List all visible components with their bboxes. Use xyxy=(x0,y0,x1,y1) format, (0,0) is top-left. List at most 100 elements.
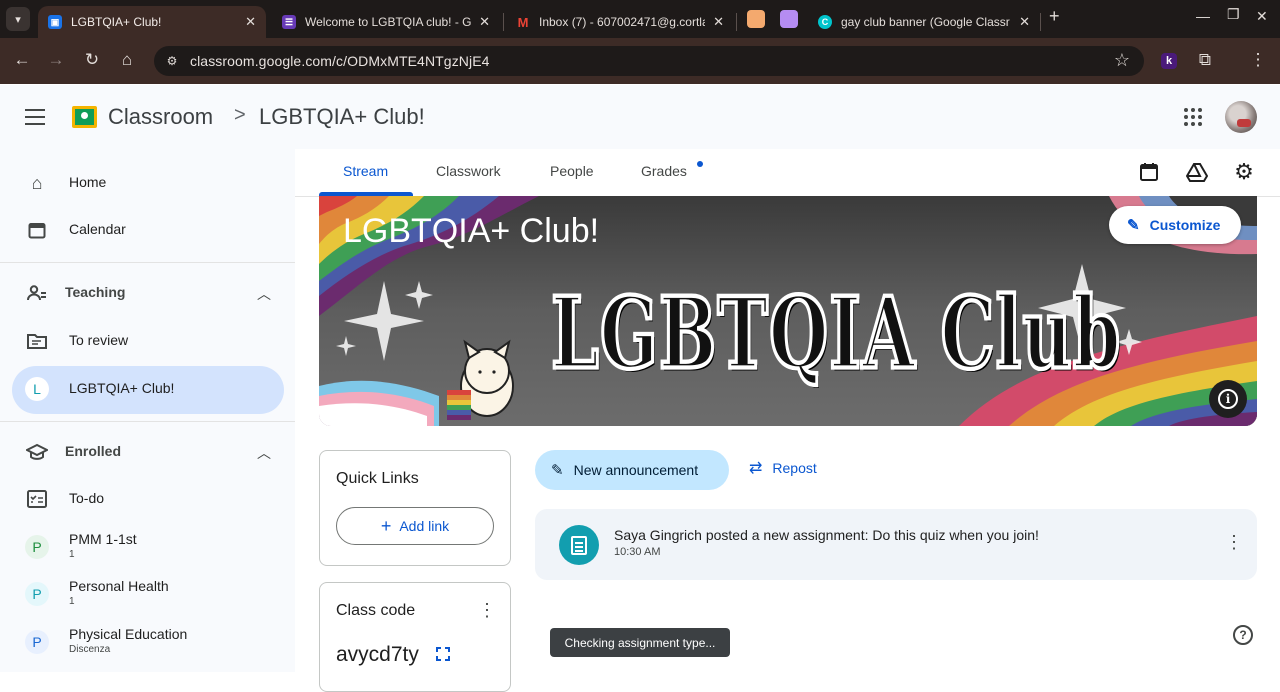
browser-tab-canva[interactable]: C gay club banner (Google Classr ✕ xyxy=(808,6,1040,38)
repost-icon: ⇄ xyxy=(749,460,763,477)
pinned-tab-purple[interactable] xyxy=(780,10,798,28)
close-tab-icon[interactable]: ✕ xyxy=(1019,14,1030,30)
class-letter-avatar: P xyxy=(25,630,49,654)
pencil-icon: ✎ xyxy=(1127,217,1140,234)
pinned-tab-orange[interactable] xyxy=(747,10,765,28)
bookmark-star-icon[interactable]: ☆ xyxy=(1114,50,1130,71)
stream-post[interactable]: Saya Gingrich posted a new assignment: D… xyxy=(535,509,1257,580)
browser-tab-classroom[interactable]: ▣ LGBTQIA+ Club! ✕ xyxy=(38,6,266,38)
restore-icon[interactable]: ❐ xyxy=(1227,6,1240,23)
tab-divider xyxy=(1040,13,1041,31)
calendar-icon xyxy=(26,219,48,241)
sidebar-item-home[interactable]: ⌂ Home xyxy=(12,160,284,208)
class-code-title: Class code xyxy=(336,602,416,619)
sidebar-item-class[interactable]: P Physical Education Discenza xyxy=(12,619,284,667)
classroom-icon: ▣ xyxy=(48,15,62,29)
minimize-icon[interactable]: — xyxy=(1196,8,1210,24)
class-letter-avatar: L xyxy=(25,377,49,401)
class-code-more-icon[interactable]: ⋮ xyxy=(478,601,496,619)
chevron-up-icon[interactable]: ︿ xyxy=(257,443,271,463)
add-link-button[interactable]: + Add link xyxy=(336,507,494,545)
forward-icon[interactable]: → xyxy=(46,50,66,70)
close-tab-icon[interactable]: ✕ xyxy=(245,14,256,30)
url-text[interactable]: classroom.google.com/c/ODMxMTE4NTgzNjE4 xyxy=(190,53,490,69)
address-bar[interactable]: ⚙ classroom.google.com/c/ODMxMTE4NTgzNjE… xyxy=(154,46,1144,76)
sidebar-item-class[interactable]: P PMM 1-1st 1 xyxy=(12,524,284,572)
tab-search-chevron-icon[interactable]: ▾ xyxy=(6,7,30,31)
close-tab-icon[interactable]: ✕ xyxy=(479,14,490,30)
folder-review-icon xyxy=(26,330,48,352)
browser-tab-strip: ▾ ▣ LGBTQIA+ Club! ✕ ☰ Welcome to LGBTQI… xyxy=(0,0,1280,38)
class-banner: LGBTQIA+ Club! LGBTQIA Club ✎ Customize … xyxy=(319,196,1257,426)
tab-classwork[interactable]: Classwork xyxy=(436,163,501,179)
todo-checklist-icon xyxy=(26,488,48,510)
display-fullscreen-icon[interactable] xyxy=(436,647,450,661)
class-tabs: Stream Classwork People Grades ⚙ xyxy=(295,149,1280,197)
site-settings-icon[interactable]: ⚙ xyxy=(162,51,182,71)
browser-tab-gmail[interactable]: M Inbox (7) - 607002471@g.cortla ✕ xyxy=(506,6,734,38)
grades-notification-dot xyxy=(697,161,703,167)
sidebar: ⌂ Home Calendar Teaching ︿ To review L L… xyxy=(0,149,295,672)
class-stream: Stream Classwork People Grades ⚙ LGBTQIA… xyxy=(295,149,1280,692)
classroom-logo[interactable] xyxy=(72,106,97,128)
quick-links-title: Quick Links xyxy=(336,470,419,487)
teaching-icon xyxy=(26,282,48,304)
browser-toolbar: ← → ↻ ⌂ ⚙ classroom.google.com/c/ODMxMTE… xyxy=(0,38,1280,84)
sidebar-section-enrolled[interactable]: Enrolled ︿ xyxy=(12,429,284,477)
home-icon[interactable]: ⌂ xyxy=(117,50,137,70)
back-icon[interactable]: ← xyxy=(12,50,32,70)
settings-gear-icon[interactable]: ⚙ xyxy=(1232,159,1256,184)
new-announcement-button[interactable]: ✎ New announcement xyxy=(535,450,729,490)
class-letter-avatar: P xyxy=(25,582,49,606)
extensions-puzzle-icon[interactable]: ⧉ xyxy=(1195,50,1215,70)
class-code-card: Class code ⋮ avycd7ty xyxy=(319,582,511,692)
canva-icon: C xyxy=(818,15,832,29)
close-window-icon[interactable]: ✕ xyxy=(1256,8,1268,25)
class-letter-avatar: P xyxy=(25,535,49,559)
main-menu-icon[interactable] xyxy=(25,109,45,125)
tab-stream[interactable]: Stream xyxy=(343,163,388,179)
sidebar-divider xyxy=(0,421,295,422)
banner-class-title: LGBTQIA+ Club! xyxy=(343,212,600,250)
post-timestamp: 10:30 AM xyxy=(614,546,661,558)
class-info-button[interactable]: i xyxy=(1209,380,1247,418)
info-icon: i xyxy=(1218,389,1238,409)
app-name[interactable]: Classroom xyxy=(108,104,213,130)
extension-k-icon[interactable]: k xyxy=(1161,53,1177,69)
forms-icon: ☰ xyxy=(282,15,296,29)
chevron-up-icon[interactable]: ︿ xyxy=(257,284,271,304)
plus-icon: + xyxy=(380,515,392,536)
sidebar-item-calendar[interactable]: Calendar xyxy=(12,207,284,255)
breadcrumb-separator: > xyxy=(234,104,246,126)
google-calendar-icon[interactable] xyxy=(1137,160,1161,184)
sidebar-item-lgbtqia-club[interactable]: L LGBTQIA+ Club! xyxy=(12,366,284,414)
app-header: Classroom > LGBTQIA+ Club! xyxy=(0,85,1280,149)
status-toast: Checking assignment type... xyxy=(550,628,730,657)
google-apps-icon[interactable] xyxy=(1184,108,1202,126)
repost-button[interactable]: ⇄ Repost xyxy=(749,458,817,478)
sidebar-item-todo[interactable]: To-do xyxy=(12,476,284,524)
customize-button[interactable]: ✎ Customize xyxy=(1109,206,1241,244)
pencil-icon: ✎ xyxy=(551,462,564,479)
google-drive-icon[interactable] xyxy=(1185,160,1209,184)
assignment-icon xyxy=(559,525,599,565)
quick-links-card: Quick Links + Add link xyxy=(319,450,511,566)
banner-image-text: LGBTQIA Club xyxy=(549,274,1122,394)
home-icon: ⌂ xyxy=(31,172,43,193)
browser-menu-icon[interactable]: ⋮ xyxy=(1248,50,1268,70)
post-more-icon[interactable]: ⋮ xyxy=(1225,533,1243,551)
sidebar-item-class[interactable]: P Personal Health 1 xyxy=(12,571,284,619)
reload-icon[interactable]: ↻ xyxy=(82,50,102,70)
sidebar-item-to-review[interactable]: To review xyxy=(12,318,284,366)
class-code-value: avycd7ty xyxy=(336,643,419,666)
account-avatar[interactable] xyxy=(1225,101,1257,133)
sidebar-section-teaching[interactable]: Teaching ︿ xyxy=(12,270,284,318)
tab-people[interactable]: People xyxy=(550,163,594,179)
close-tab-icon[interactable]: ✕ xyxy=(713,14,724,30)
tab-grades[interactable]: Grades xyxy=(641,163,687,179)
breadcrumb-class-name: LGBTQIA+ Club! xyxy=(259,104,425,129)
help-icon[interactable]: ? xyxy=(1233,625,1253,645)
new-tab-icon[interactable]: + xyxy=(1049,6,1060,27)
post-text[interactable]: Saya Gingrich posted a new assignment: D… xyxy=(614,527,1039,543)
browser-tab-forms[interactable]: ☰ Welcome to LGBTQIA club! - Go ✕ xyxy=(272,6,500,38)
